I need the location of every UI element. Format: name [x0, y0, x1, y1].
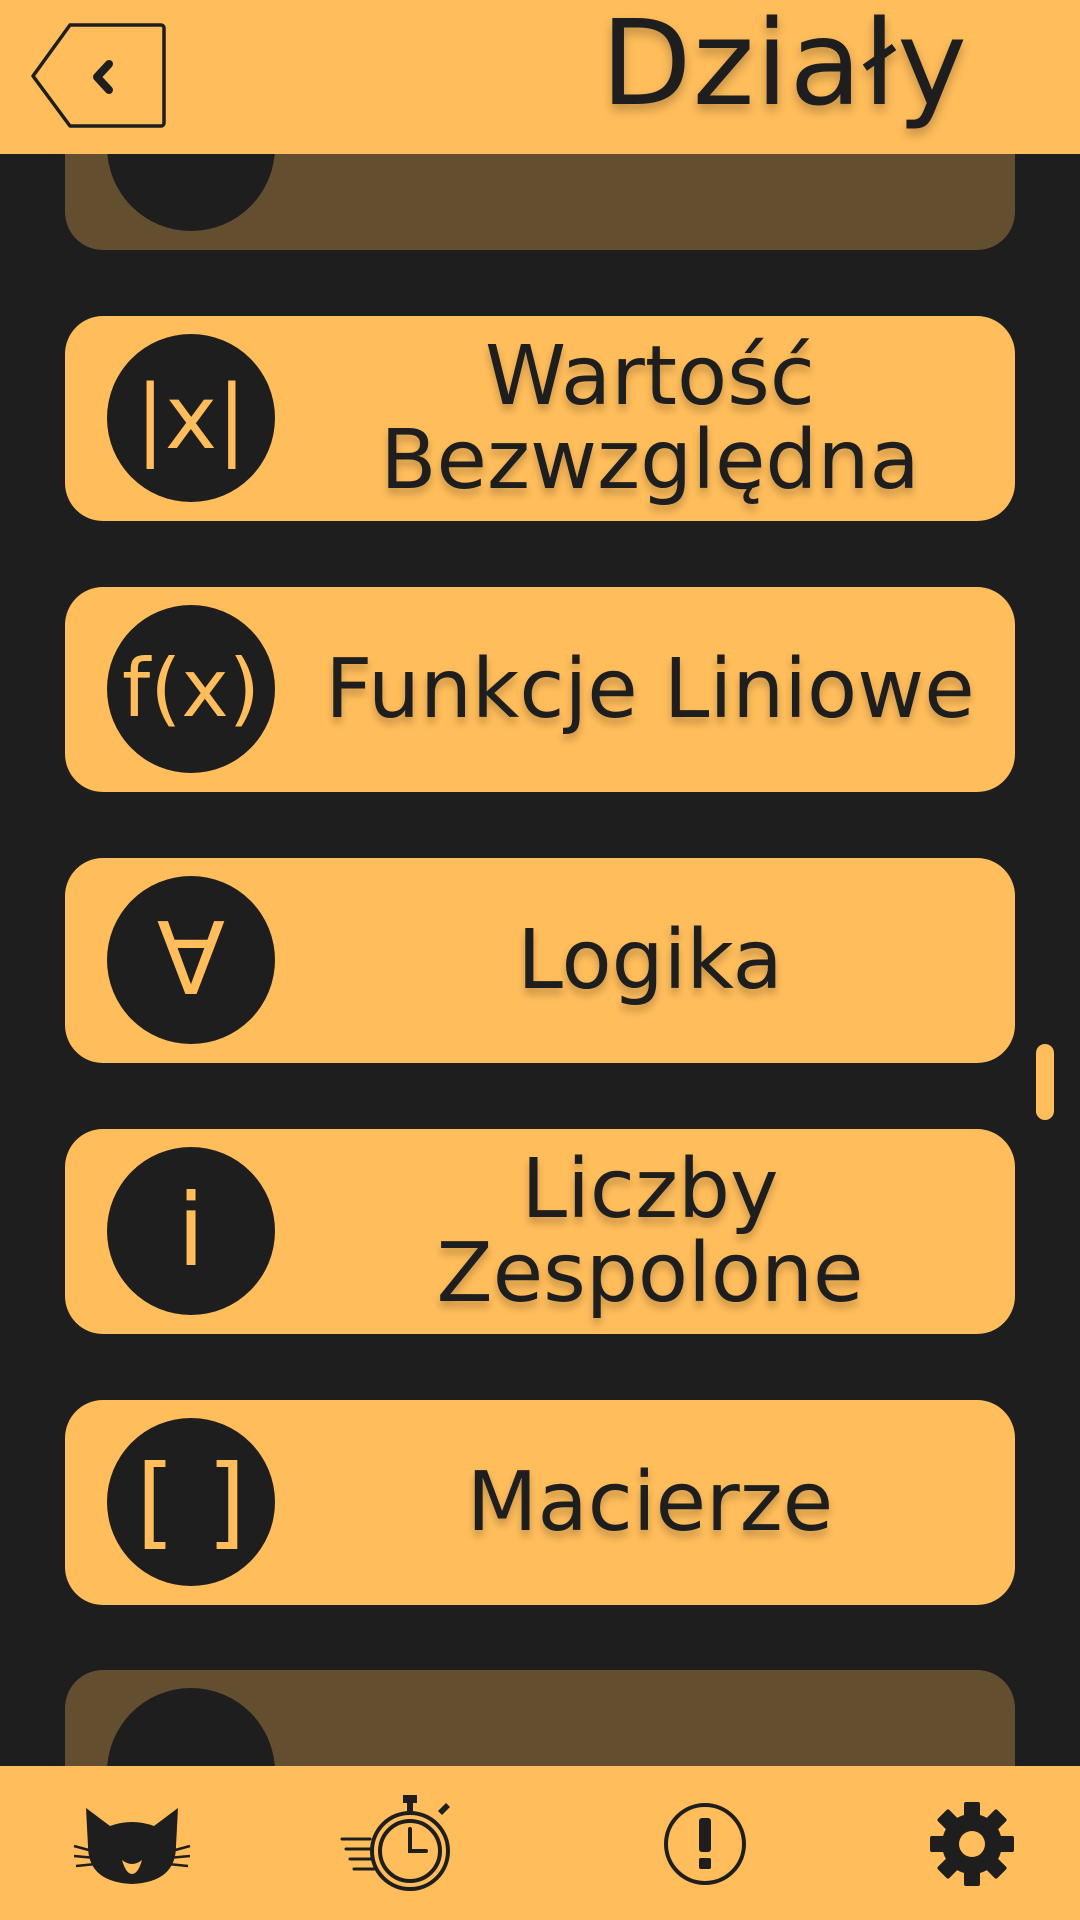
gear-icon — [930, 1802, 1014, 1886]
section-card-linear-functions[interactable]: f(x) Funkcje Liniowe — [65, 587, 1015, 792]
section-label: Wartość Bezwzględna — [305, 316, 995, 521]
for-all-icon: ∀ — [107, 876, 275, 1044]
nav-alert-button[interactable] — [645, 1784, 765, 1904]
section-card-absolute-value[interactable]: |x| Wartość Bezwzględna — [65, 316, 1015, 521]
absolute-value-icon: |x| — [107, 334, 275, 502]
brackets-icon: [ ] — [107, 1418, 275, 1586]
screen: |x| Wartość Bezwzględna f(x) Funkcje Lin… — [0, 0, 1080, 1920]
scrollbar-thumb[interactable] — [1036, 1044, 1054, 1120]
nav-settings-button[interactable] — [912, 1784, 1032, 1904]
section-list[interactable]: |x| Wartość Bezwzględna f(x) Funkcje Lin… — [0, 0, 1080, 1920]
function-icon: f(x) — [107, 605, 275, 773]
imaginary-unit-icon: i — [107, 1147, 275, 1315]
exclamation-icon — [664, 1803, 746, 1885]
cat-icon — [73, 1808, 191, 1884]
nav-home-button[interactable] — [72, 1784, 192, 1904]
section-label-line-1: Logika — [517, 912, 783, 1008]
section-card-logic[interactable]: ∀ Logika — [65, 858, 1015, 1063]
section-card-matrices[interactable]: [ ] Macierze — [65, 1400, 1015, 1605]
section-label: Funkcje Liniowe — [305, 587, 995, 792]
bottom-nav — [0, 1766, 1080, 1920]
section-label-line-1: Macierze — [466, 1454, 834, 1550]
back-button[interactable] — [30, 22, 166, 132]
section-label: Liczby Zespolone — [305, 1129, 995, 1334]
section-card-complex-numbers[interactable]: i Liczby Zespolone — [65, 1129, 1015, 1334]
header: Działy — [0, 0, 1080, 154]
page-title: Działy — [600, 0, 968, 132]
nav-timer-button[interactable] — [340, 1784, 460, 1904]
section-label-line-2: Zespolone — [436, 1225, 864, 1321]
back-chevron-icon — [31, 23, 166, 128]
section-label: Macierze — [305, 1400, 995, 1605]
section-label-line-1: Liczby — [521, 1141, 779, 1237]
section-label-line-1: Wartość — [485, 328, 815, 424]
section-label: Logika — [305, 858, 995, 1063]
section-label-line-1: Funkcje Liniowe — [325, 641, 975, 737]
section-label-line-2: Bezwzględna — [380, 412, 920, 508]
stopwatch-icon — [340, 1795, 450, 1891]
